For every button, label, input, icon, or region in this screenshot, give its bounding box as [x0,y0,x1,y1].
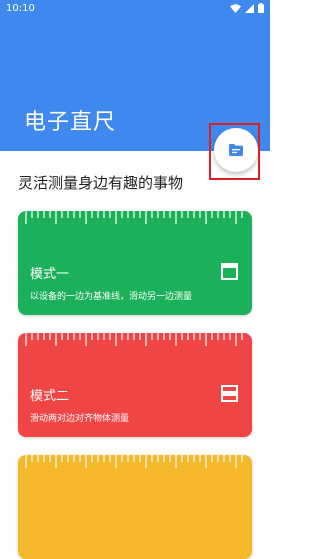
battery-icon [258,3,264,13]
app-title: 电子直尺 [24,110,117,135]
card-desc: 滑动两对边对齐物体测量 [30,414,130,424]
middle-band-window-icon [221,385,238,402]
tagline: 灵活测量身边有趣的事物 [18,174,184,192]
mode-two-card[interactable]: 模式二 滑动两对边对齐物体测量 [18,333,252,437]
top-bar-window-icon [221,263,238,280]
card-desc: 以设备的一边为基准线，滑动另一边测量 [30,292,193,302]
status-icons [230,3,264,13]
mode-three-card[interactable] [18,455,252,559]
signal-icon [245,3,254,13]
status-time: 10:10 [6,3,35,14]
status-bar: 10:10 [0,0,270,20]
ruler-ticks [25,333,243,346]
card-title: 模式二 [30,389,70,404]
card-title: 模式一 [30,267,70,282]
fab-highlight-box [209,123,260,180]
wifi-icon [230,3,241,13]
ruler-ticks [25,211,243,224]
mode-one-card[interactable]: 模式一 以设备的一边为基准线，滑动另一边测量 [18,211,252,315]
ruler-ticks [25,455,243,468]
